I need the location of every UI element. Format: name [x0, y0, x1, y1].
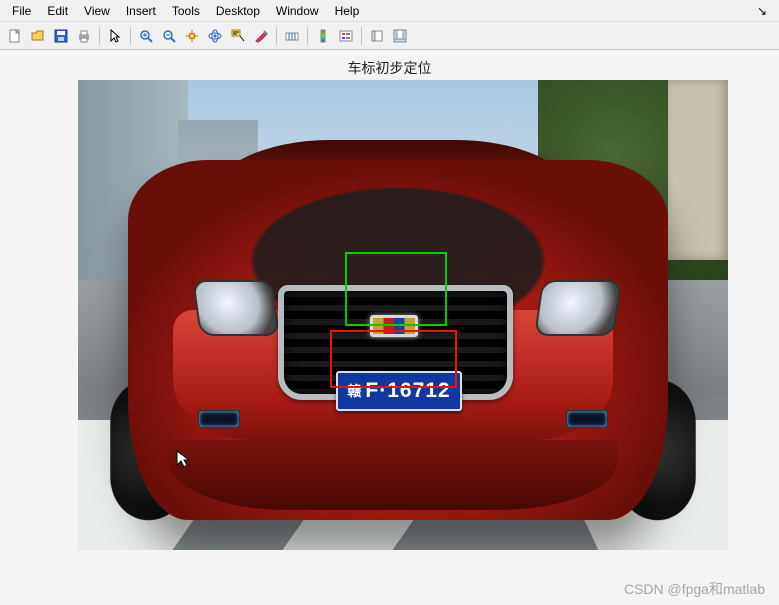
insert-legend-icon[interactable]	[335, 25, 357, 47]
zoom-in-icon[interactable]	[135, 25, 157, 47]
toolbar	[0, 22, 779, 50]
show-plot-tools-icon[interactable]	[389, 25, 411, 47]
watermark: CSDN @fpga和matlab	[624, 579, 765, 599]
car-bumper	[168, 440, 618, 510]
pointer-icon[interactable]	[104, 25, 126, 47]
menu-tools[interactable]: Tools	[164, 2, 208, 20]
menu-insert[interactable]: Insert	[118, 2, 164, 20]
detection-box-plate	[330, 330, 457, 388]
toolbar-separator	[99, 27, 100, 45]
figure-panel: 车标初步定位 赣 F·1671	[0, 50, 779, 605]
open-file-icon[interactable]	[27, 25, 49, 47]
save-icon[interactable]	[50, 25, 72, 47]
toolbar-separator	[307, 27, 308, 45]
rotate3d-icon[interactable]	[204, 25, 226, 47]
dock-arrow-icon[interactable]: ↘	[749, 4, 775, 18]
menu-view[interactable]: View	[76, 2, 118, 20]
pan-icon[interactable]	[181, 25, 203, 47]
toolbar-separator	[361, 27, 362, 45]
figure-title: 车标初步定位	[348, 58, 432, 78]
car-headlight	[192, 280, 280, 336]
menu-window[interactable]: Window	[268, 2, 327, 20]
link-axes-icon[interactable]	[281, 25, 303, 47]
print-icon[interactable]	[73, 25, 95, 47]
menu-edit[interactable]: Edit	[39, 2, 76, 20]
new-file-icon[interactable]	[4, 25, 26, 47]
brush-icon[interactable]	[250, 25, 272, 47]
car-foglight	[566, 410, 608, 428]
background-building	[668, 80, 728, 260]
toolbar-separator	[276, 27, 277, 45]
detection-box-logo	[345, 252, 447, 326]
menu-file[interactable]: File	[4, 2, 39, 20]
toolbar-separator	[130, 27, 131, 45]
menubar: File Edit View Insert Tools Desktop Wind…	[0, 0, 779, 22]
menu-help[interactable]: Help	[327, 2, 368, 20]
figure-area: 车标初步定位 赣 F·1671	[0, 50, 779, 605]
hide-plot-tools-icon[interactable]	[366, 25, 388, 47]
zoom-out-icon[interactable]	[158, 25, 180, 47]
data-cursor-icon[interactable]	[227, 25, 249, 47]
car-headlight	[534, 280, 622, 336]
car-foglight	[198, 410, 240, 428]
menu-desktop[interactable]: Desktop	[208, 2, 268, 20]
insert-colorbar-icon[interactable]	[312, 25, 334, 47]
